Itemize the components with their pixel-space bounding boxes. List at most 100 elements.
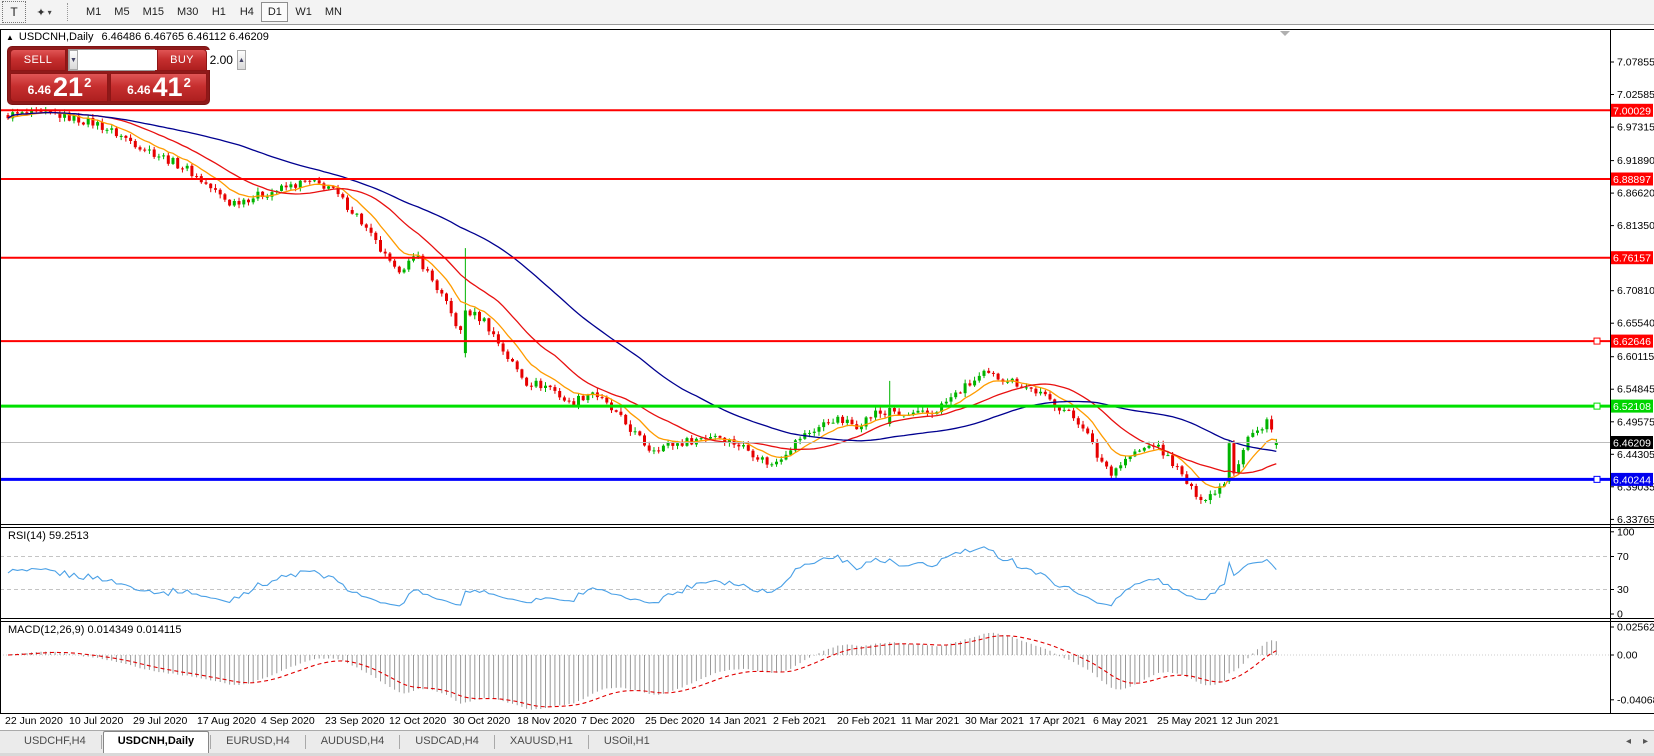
svg-text:30 Mar 2021: 30 Mar 2021 [965,715,1024,727]
toolbar-grip [67,3,74,21]
ohlc-readout: 6.46486 6.46765 6.46112 6.46209 [101,31,268,43]
svg-text:6.70810: 6.70810 [1617,285,1654,297]
svg-text:0.00: 0.00 [1617,650,1638,662]
timeframe-button-w1[interactable]: W1 [289,2,318,22]
chart-tab-eurusd[interactable]: EURUSD,H4 [212,732,304,753]
chevron-down-icon: ▾ [48,8,52,17]
svg-text:6.52108: 6.52108 [1613,401,1651,413]
svg-text:20 Feb 2021: 20 Feb 2021 [837,715,896,727]
svg-text:6.88897: 6.88897 [1613,174,1651,186]
svg-text:6.40244: 6.40244 [1613,474,1651,486]
one-click-trading-panel: SELL ▼ ▲ BUY 6.46212 6.46412 [7,46,210,105]
sell-price-big: 21 [53,74,83,100]
timeframe-button-m15[interactable]: M15 [137,2,170,22]
symbol-title: USDCNH,Daily [19,31,94,43]
svg-text:6.60115: 6.60115 [1617,351,1654,363]
chart-tab-bar: USDCHF,H4USDCNH,DailyEURUSD,H4AUDUSD,H4U… [0,730,1654,753]
collapse-triangle-icon: ▲ [6,33,14,42]
chart-tab-usoil[interactable]: USOil,H1 [590,732,664,753]
svg-text:10 Jul 2020: 10 Jul 2020 [69,715,123,727]
chart-tab-usdchf[interactable]: USDCHF,H4 [10,732,100,753]
tab-separator [399,735,400,749]
buy-price-big: 41 [153,74,183,100]
svg-text:14 Jan 2021: 14 Jan 2021 [709,715,767,727]
sell-price-small: 6.46 [28,83,51,97]
svg-text:6.76157: 6.76157 [1613,253,1651,265]
tab-separator [210,735,211,749]
volume-decrease-button[interactable]: ▼ [69,50,78,70]
svg-text:7 Dec 2020: 7 Dec 2020 [581,715,635,727]
volume-stepper: ▼ ▲ [68,49,155,71]
caret-up-icon: ▲ [238,57,245,64]
chart-tabs: USDCHF,H4USDCNH,DailyEURUSD,H4AUDUSD,H4U… [10,731,664,753]
svg-text:25 May 2021: 25 May 2021 [1157,715,1218,727]
svg-text:6.91890: 6.91890 [1617,155,1654,167]
svg-text:7.00029: 7.00029 [1613,105,1651,117]
svg-text:6.33765: 6.33765 [1617,514,1654,526]
chart-background [0,29,1654,728]
svg-text:30: 30 [1617,584,1629,596]
sell-button[interactable]: SELL [10,49,66,71]
svg-text:0.025623: 0.025623 [1617,622,1654,634]
svg-text:6.44305: 6.44305 [1617,449,1654,461]
chart-window-header: ▲ USDCNH,Daily 6.46486 6.46765 6.46112 6.4… [6,31,269,43]
svg-text:17 Apr 2021: 17 Apr 2021 [1029,715,1086,727]
tab-separator [588,735,589,749]
timeframe-button-h4[interactable]: H4 [233,2,260,22]
svg-text:6.65540: 6.65540 [1617,318,1654,330]
caret-down-icon: ▼ [70,57,77,64]
svg-text:6.81350: 6.81350 [1617,220,1654,232]
timeframe-button-m1[interactable]: M1 [80,2,107,22]
top-toolbar: T ✦ ▾ M1M5M15M30H1H4D1W1MN [0,0,1654,25]
svg-text:-0.040687: -0.040687 [1617,694,1654,706]
cursor-tool-button[interactable]: ✦ ▾ [27,2,61,22]
chart-tab-usdcad[interactable]: USDCAD,H4 [401,732,493,753]
chart-tab-usdcnh[interactable]: USDCNH,Daily [103,731,209,753]
buy-price-superscript: 2 [184,75,191,90]
svg-text:6.86620: 6.86620 [1617,188,1654,200]
chart-tab-xauusd[interactable]: XAUUSD,H1 [496,732,587,753]
cursor-star-icon: ✦ [36,6,45,19]
svg-text:30 Oct 2020: 30 Oct 2020 [453,715,510,727]
text-tool-button[interactable]: T [3,2,25,22]
svg-text:18 Nov 2020: 18 Nov 2020 [517,715,577,727]
svg-text:6.97315: 6.97315 [1617,122,1654,134]
timeframe-button-h1[interactable]: H1 [205,2,232,22]
svg-text:17 Aug 2020: 17 Aug 2020 [197,715,256,727]
tabbar-scroll-right-button[interactable]: ▸ [1643,736,1648,747]
timeframe-button-m5[interactable]: M5 [108,2,135,22]
sell-price-display[interactable]: 6.46212 [10,73,108,102]
tab-separator [305,735,306,749]
svg-text:23 Sep 2020: 23 Sep 2020 [325,715,385,727]
buy-price-small: 6.46 [127,83,150,97]
chart-canvas[interactable]: 7.07855 7.02585 6.97315 6.91890 6.86620 6.813… [0,0,1654,756]
svg-text:25 Dec 2020: 25 Dec 2020 [645,715,705,727]
buy-price-display[interactable]: 6.46412 [110,73,207,102]
svg-text:6.62646: 6.62646 [1613,336,1651,348]
chart-tab-audusd[interactable]: AUDUSD,H4 [307,732,399,753]
svg-text:6.49575: 6.49575 [1617,416,1654,428]
buy-button[interactable]: BUY [157,49,207,71]
trading-terminal: 7.07855 7.02585 6.97315 6.91890 6.86620 6.813… [0,0,1654,756]
price-axis[interactable]: 7.07855 7.02585 6.97315 6.91890 6.86620 6.813… [1610,57,1654,526]
timeframe-button-mn[interactable]: MN [319,2,348,22]
text-tool-icon: T [10,5,17,19]
svg-text:70: 70 [1617,551,1629,563]
timeframe-button-d1[interactable]: D1 [261,2,288,22]
svg-text:6.54845: 6.54845 [1617,384,1654,396]
tabbar-scroll-left-button[interactable]: ◂ [1626,736,1631,747]
svg-text:4 Sep 2020: 4 Sep 2020 [261,715,315,727]
tabbar-scroll-arrows: ◂ ▸ [1626,736,1648,747]
svg-text:6.46209: 6.46209 [1613,438,1651,450]
svg-text:100: 100 [1617,526,1635,538]
timeframe-button-m30[interactable]: M30 [171,2,204,22]
macd-indicator-label: MACD(12,26,9) 0.014349 0.014115 [8,624,181,636]
rsi-indicator-label: RSI(14) 59.2513 [8,530,89,542]
tab-separator [494,735,495,749]
svg-text:12 Oct 2020: 12 Oct 2020 [389,715,446,727]
sell-price-superscript: 2 [84,75,91,90]
volume-increase-button[interactable]: ▲ [237,50,246,70]
svg-text:22 Jun 2020: 22 Jun 2020 [5,715,63,727]
svg-text:7.02585: 7.02585 [1617,89,1654,101]
svg-text:7.07855: 7.07855 [1617,57,1654,69]
